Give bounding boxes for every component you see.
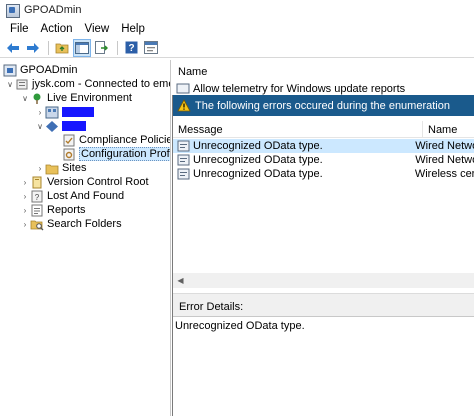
error-list-header: Message Name [173, 121, 474, 138]
error-row[interactable]: Unrecognized OData type. Wired Netwo [173, 153, 474, 167]
show-hide-tree-button[interactable] [73, 38, 91, 57]
error-list: Unrecognized OData type. Wired Netwo Unr… [173, 139, 474, 273]
expand-icon[interactable]: › [20, 220, 30, 229]
collapse-icon[interactable]: ∨ [20, 94, 30, 103]
name-column-header[interactable]: Name [423, 121, 457, 138]
menu-file[interactable]: File [4, 23, 35, 35]
error-entry-icon [177, 154, 191, 166]
version-control-icon [30, 176, 44, 189]
tree-item-configuration-profile[interactable]: Configuration Profile [62, 147, 170, 161]
export-icon [95, 41, 108, 54]
horizontal-scrollbar[interactable]: ◀ [173, 273, 474, 288]
collapse-icon[interactable]: ∨ [35, 122, 45, 131]
up-one-level-button[interactable] [53, 39, 71, 57]
error-details-panel: Error Details: Unrecognized OData type. [173, 293, 474, 416]
error-entry-icon [177, 168, 191, 180]
tree-item-domain[interactable]: ∨ jysk.com - Connected to emead [5, 77, 170, 91]
expand-icon[interactable]: › [35, 108, 45, 117]
forward-button[interactable] [24, 39, 42, 57]
svg-text:?: ? [35, 193, 40, 202]
domain-icon [15, 78, 29, 91]
expand-icon[interactable]: › [20, 192, 30, 201]
menu-bar: File Action View Help [0, 20, 474, 38]
menu-help[interactable]: Help [115, 23, 151, 35]
tree-item-lost-and-found[interactable]: › ? Lost And Found [20, 189, 124, 203]
configuration-icon [62, 148, 76, 161]
sites-icon [45, 162, 59, 175]
properties-icon [144, 41, 158, 54]
svg-text:?: ? [128, 43, 134, 54]
error-details-text[interactable]: Unrecognized OData type. [173, 316, 474, 416]
search-folder-icon [30, 218, 44, 231]
expand-icon[interactable]: › [20, 178, 30, 187]
policy-icon [62, 134, 76, 147]
properties-button[interactable] [142, 39, 160, 57]
menu-view[interactable]: View [79, 23, 116, 35]
tree-item-redacted-2[interactable]: ∨ [35, 119, 86, 133]
tree-item-version-control-root[interactable]: › Version Control Root [20, 175, 149, 189]
error-row[interactable]: Unrecognized OData type. Wireless cert [173, 167, 474, 181]
error-entry-icon [177, 140, 191, 152]
toolbar-separator [117, 40, 118, 55]
scroll-left-icon[interactable]: ◀ [173, 273, 188, 288]
app-icon [5, 3, 20, 18]
name-column-header[interactable]: Name [172, 64, 474, 80]
folder-up-icon [55, 43, 68, 54]
collapse-icon[interactable]: ∨ [5, 80, 15, 89]
expand-icon[interactable]: › [35, 164, 45, 173]
tree-item-live-environment[interactable]: ∨ Live Environment [20, 91, 132, 105]
lost-and-found-icon: ? [30, 190, 44, 203]
dialog-title-bar: The following errors occured during the … [173, 95, 474, 116]
error-row[interactable]: Unrecognized OData type. Wired Netwo [173, 139, 474, 153]
toolbar-separator [48, 40, 49, 55]
list-item[interactable]: Allow telemetry for Windows update repor… [176, 82, 405, 95]
setting-icon [176, 82, 190, 95]
toolbar: ? [0, 38, 474, 58]
tree-item-sites[interactable]: › Sites [35, 161, 87, 175]
ou-icon [45, 120, 59, 133]
tree-item-search-folders[interactable]: › Search Folders [20, 217, 122, 231]
tree-item-redacted-1[interactable]: › [35, 105, 94, 119]
back-button[interactable] [4, 39, 22, 57]
show-hide-tree-icon [75, 41, 89, 54]
warning-icon [177, 99, 191, 112]
window-title: GPOADmin [24, 4, 82, 16]
tree-item-root[interactable]: GPOADmin [3, 63, 77, 77]
redacted-label [62, 121, 86, 131]
error-dialog: The following errors occured during the … [172, 95, 474, 416]
message-column-header[interactable]: Message [173, 121, 423, 138]
dialog-title: The following errors occured during the … [195, 99, 450, 112]
gpoadmin-icon [3, 64, 17, 77]
export-list-button[interactable] [93, 39, 111, 57]
back-arrow-icon [7, 42, 19, 53]
expand-icon[interactable]: › [20, 206, 30, 215]
error-details-label: Error Details: [179, 301, 244, 313]
live-environment-icon [30, 92, 44, 105]
tree-item-compliance-policies[interactable]: Compliance Policies [62, 133, 170, 147]
help-button[interactable]: ? [122, 39, 140, 57]
help-icon: ? [125, 41, 137, 54]
menu-action[interactable]: Action [35, 23, 79, 35]
server-icon [45, 106, 59, 119]
redacted-label [62, 107, 94, 117]
reports-icon [30, 204, 44, 217]
forward-arrow-icon [27, 42, 39, 53]
tree-pane: GPOADmin ∨ jysk.com - Connected to emead… [0, 60, 171, 416]
title-bar: GPOADmin [0, 0, 474, 20]
tree-item-reports[interactable]: › Reports [20, 203, 86, 217]
